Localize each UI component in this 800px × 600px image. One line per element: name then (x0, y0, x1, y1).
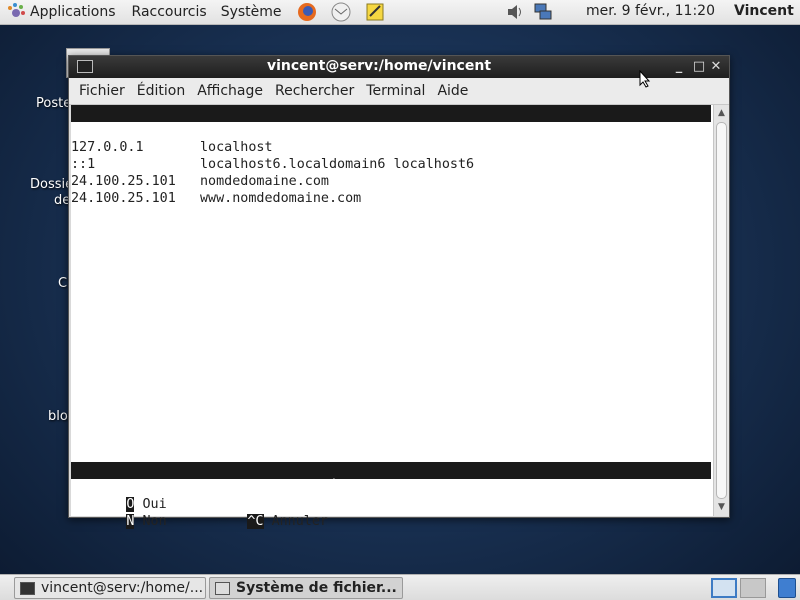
desktop-label-file[interactable]: blo (48, 409, 68, 424)
taskbar-file-browser[interactable]: Système de fichier... (209, 577, 403, 599)
vertical-scrollbar[interactable]: ▲ ▼ (713, 105, 729, 516)
menu-aide[interactable]: Aide (431, 83, 474, 99)
mail-icon[interactable] (330, 1, 352, 23)
trash-icon[interactable] (778, 578, 796, 598)
nano-modified: Modifié (639, 157, 696, 172)
clock[interactable]: mer. 9 févr., 11:20 (586, 3, 715, 19)
text-editor-icon[interactable] (364, 1, 386, 23)
nano-version: GNU nano 2.0.9 (71, 123, 200, 138)
minimize-icon[interactable]: _ (669, 57, 689, 77)
scroll-down-icon[interactable]: ▼ (714, 500, 729, 515)
option-key: N (126, 514, 135, 529)
save-prompt-text: Sauver l'espace modifié (RÉPONDRE « Non … (119, 480, 684, 495)
nano-header: GNU nano 2.0.9 Fichier : /etc/hosts Modi… (71, 105, 711, 172)
scroll-thumb[interactable] (716, 122, 727, 499)
shortcuts-menu[interactable]: Raccourcis (122, 0, 213, 25)
user-menu[interactable]: Vincent (734, 3, 794, 19)
option-no[interactable]: N Non (78, 496, 167, 529)
file-line: 24.100.25.101 nomdedomaine.com (71, 174, 329, 189)
firefox-icon[interactable] (296, 1, 318, 23)
file-browser-icon (215, 581, 230, 595)
option-key: ^C (247, 514, 264, 529)
menu-affichage[interactable]: Affichage (191, 83, 269, 99)
desktop-label-trash[interactable]: C (58, 276, 67, 291)
network-icon[interactable] (532, 1, 554, 23)
option-cancel[interactable]: ^C Annuler (199, 496, 328, 529)
option-label: Annuler (271, 514, 328, 529)
option-yes[interactable]: O Oui (78, 479, 167, 512)
taskbar-terminal-label: vincent@serv:/home/... (41, 580, 204, 596)
menu-fichier[interactable]: Fichier (73, 83, 131, 99)
menu-rechercher[interactable]: Rechercher (269, 83, 360, 99)
taskbar-terminal[interactable]: vincent@serv:/home/... (14, 577, 206, 599)
menu-terminal[interactable]: Terminal (360, 83, 431, 99)
volume-icon[interactable] (504, 1, 526, 23)
menu-edition[interactable]: Édition (131, 83, 191, 99)
applications-label: Applications (30, 4, 116, 20)
shortcuts-label: Raccourcis (131, 4, 207, 20)
workspace-2[interactable] (740, 578, 766, 598)
desktop-label-computer[interactable]: Poste (36, 96, 71, 111)
workspace-1[interactable] (711, 578, 737, 598)
scroll-up-icon[interactable]: ▲ (714, 106, 729, 121)
window-titlebar[interactable]: vincent@serv:/home/vincent _ □ ✕ (69, 56, 729, 78)
terminal-menubar: Fichier Édition Affichage Rechercher Ter… (69, 78, 729, 105)
file-line: ::1 localhost6.localdomain6 localhost6 (71, 157, 475, 172)
mouse-pointer-icon (639, 70, 651, 88)
file-line: 24.100.25.101 www.nomdedomaine.com (71, 191, 362, 206)
file-line: 127.0.0.1 localhost (71, 140, 273, 155)
applications-menu[interactable]: Applications (0, 0, 122, 25)
taskbar-file-browser-label: Système de fichier... (236, 580, 397, 596)
text-cursor (683, 479, 690, 495)
taskbar: vincent@serv:/home/... Système de fichie… (0, 574, 800, 600)
close-icon[interactable]: ✕ (706, 57, 726, 77)
system-label: Système (220, 4, 282, 20)
window-title: vincent@serv:/home/vincent (266, 58, 492, 74)
terminal-screen[interactable]: GNU nano 2.0.9 Fichier : /etc/hosts Modi… (71, 105, 713, 529)
terminal-window[interactable]: vincent@serv:/home/vincent _ □ ✕ Fichier… (68, 55, 730, 529)
nano-filename: Fichier : /etc/hosts (303, 140, 465, 155)
desktop-label-home[interactable]: Dossie (30, 177, 73, 192)
system-menu[interactable]: Système (213, 0, 288, 25)
option-label: Non (142, 514, 167, 529)
save-prompt: Sauver l'espace modifié (RÉPONDRE « Non … (71, 462, 711, 495)
top-panel: Applications Raccourcis Système mer. 9 f… (0, 0, 800, 25)
gnome-foot-icon (8, 3, 25, 17)
terminal-icon (20, 581, 35, 595)
